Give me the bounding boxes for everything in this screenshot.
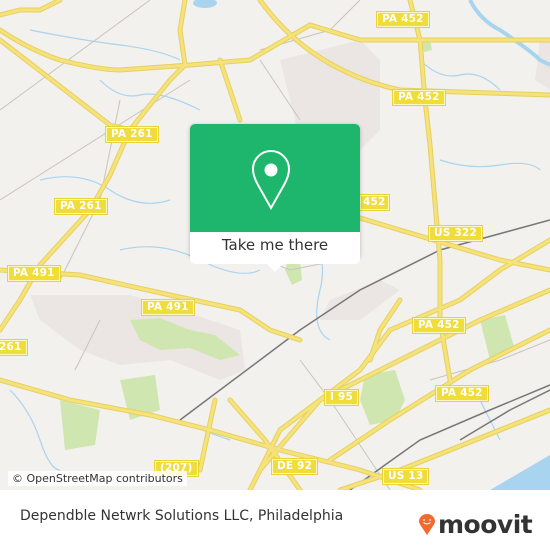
road-label-i95: I 95: [324, 389, 359, 406]
place-title: Dependble Netwrk Solutions LLC, Philadel…: [20, 508, 344, 524]
road-label-pa452: PA 452: [435, 385, 489, 402]
moovit-logo[interactable]: moovit: [419, 510, 533, 539]
river-delaware: [490, 455, 550, 490]
road-label-pa491: PA 491: [141, 299, 195, 316]
moovit-wordmark: moovit: [438, 510, 533, 539]
road-label-pa452: PA 452: [376, 11, 430, 28]
popup-pointer: [266, 263, 284, 272]
road-label-us13: US 13: [381, 468, 430, 485]
road-label-us322: US 322: [428, 225, 483, 242]
road-label-pa452: PA 452: [412, 317, 466, 334]
map-attribution[interactable]: © OpenStreetMap contributors: [8, 471, 187, 486]
take-me-there-button[interactable]: Take me there: [190, 232, 360, 264]
road-label-261: 261: [0, 339, 28, 356]
moovit-pin-icon: [419, 513, 435, 535]
map[interactable]: PA 452 PA 452 PA 261 PA 261 PA 491 PA 49…: [0, 0, 550, 490]
location-popup[interactable]: Take me there: [190, 124, 360, 272]
river: [468, 0, 550, 67]
popup-header[interactable]: [190, 124, 360, 232]
road-label-pa261: PA 261: [105, 126, 159, 143]
pond: [193, 0, 217, 8]
road-label-pa261: PA 261: [54, 198, 108, 215]
road-label-452: 452: [359, 194, 390, 211]
road-label-pa491: PA 491: [7, 265, 61, 282]
road-label-de92: DE 92: [270, 458, 319, 475]
road-label-pa452: PA 452: [392, 89, 446, 106]
map-pin-icon: [251, 150, 291, 211]
